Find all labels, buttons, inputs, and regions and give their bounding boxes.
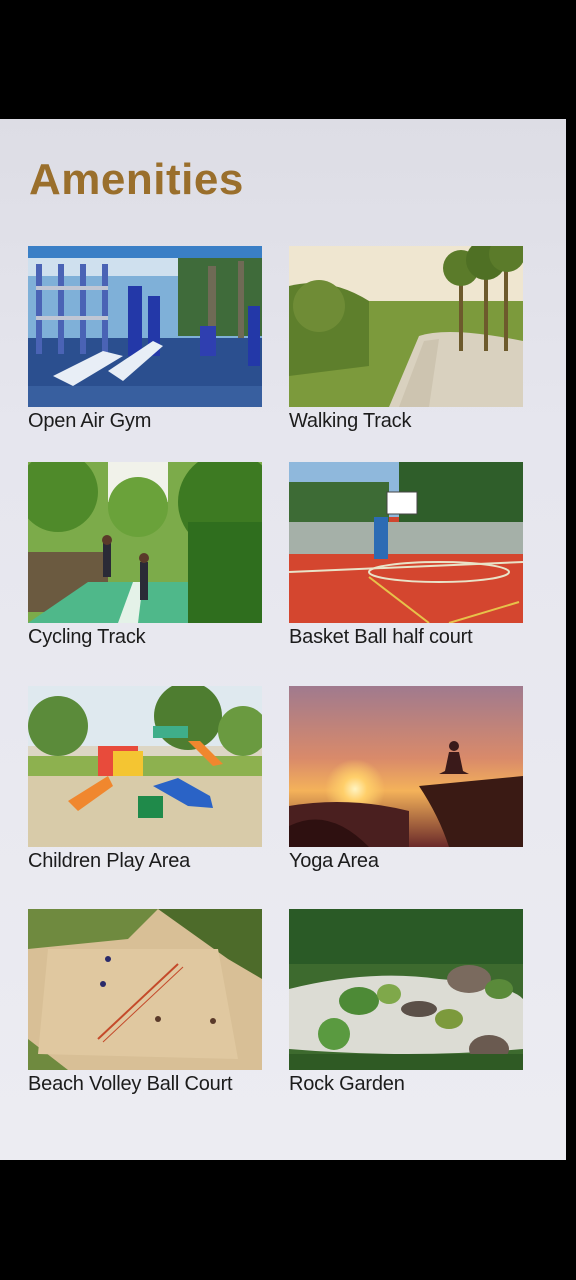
walking-track-photo [289,246,523,407]
amenity-label: Basket Ball half court [289,626,473,648]
amenity-label: Open Air Gym [28,410,152,432]
cycling-track-photo [28,462,262,623]
amenities-card: Amenities Open Air Gym Walking Track Cyc… [0,119,566,1160]
amenity-tile-open-air-gym[interactable]: Open Air Gym [28,246,262,435]
amenity-label: Beach Volley Ball Court [28,1073,233,1095]
amenity-tile-beach-volleyball-court[interactable]: Beach Volley Ball Court [28,909,262,1098]
page-title: Amenities [29,155,244,204]
amenity-tile-yoga-area[interactable]: Yoga Area [289,686,523,875]
amenity-tile-cycling-track[interactable]: Cycling Track [28,462,262,651]
outdoor-gym-photo [28,246,262,407]
amenity-tile-rock-garden[interactable]: Rock Garden [289,909,523,1098]
amenity-label: Yoga Area [289,850,379,872]
rock-garden-photo [289,909,523,1070]
screen: Amenities Open Air Gym Walking Track Cyc… [0,0,576,1280]
playground-photo [28,686,262,847]
amenity-tile-walking-track[interactable]: Walking Track [289,246,523,435]
amenity-label: Rock Garden [289,1073,405,1095]
amenity-tile-children-play-area[interactable]: Children Play Area [28,686,262,875]
basketball-court-photo [289,462,523,623]
amenity-label: Children Play Area [28,850,191,872]
beach-volleyball-photo [28,909,262,1070]
amenity-label: Cycling Track [28,626,146,648]
amenity-label: Walking Track [289,410,412,432]
amenity-tile-basketball-court[interactable]: Basket Ball half court [289,462,523,651]
yoga-sunset-photo [289,686,523,847]
